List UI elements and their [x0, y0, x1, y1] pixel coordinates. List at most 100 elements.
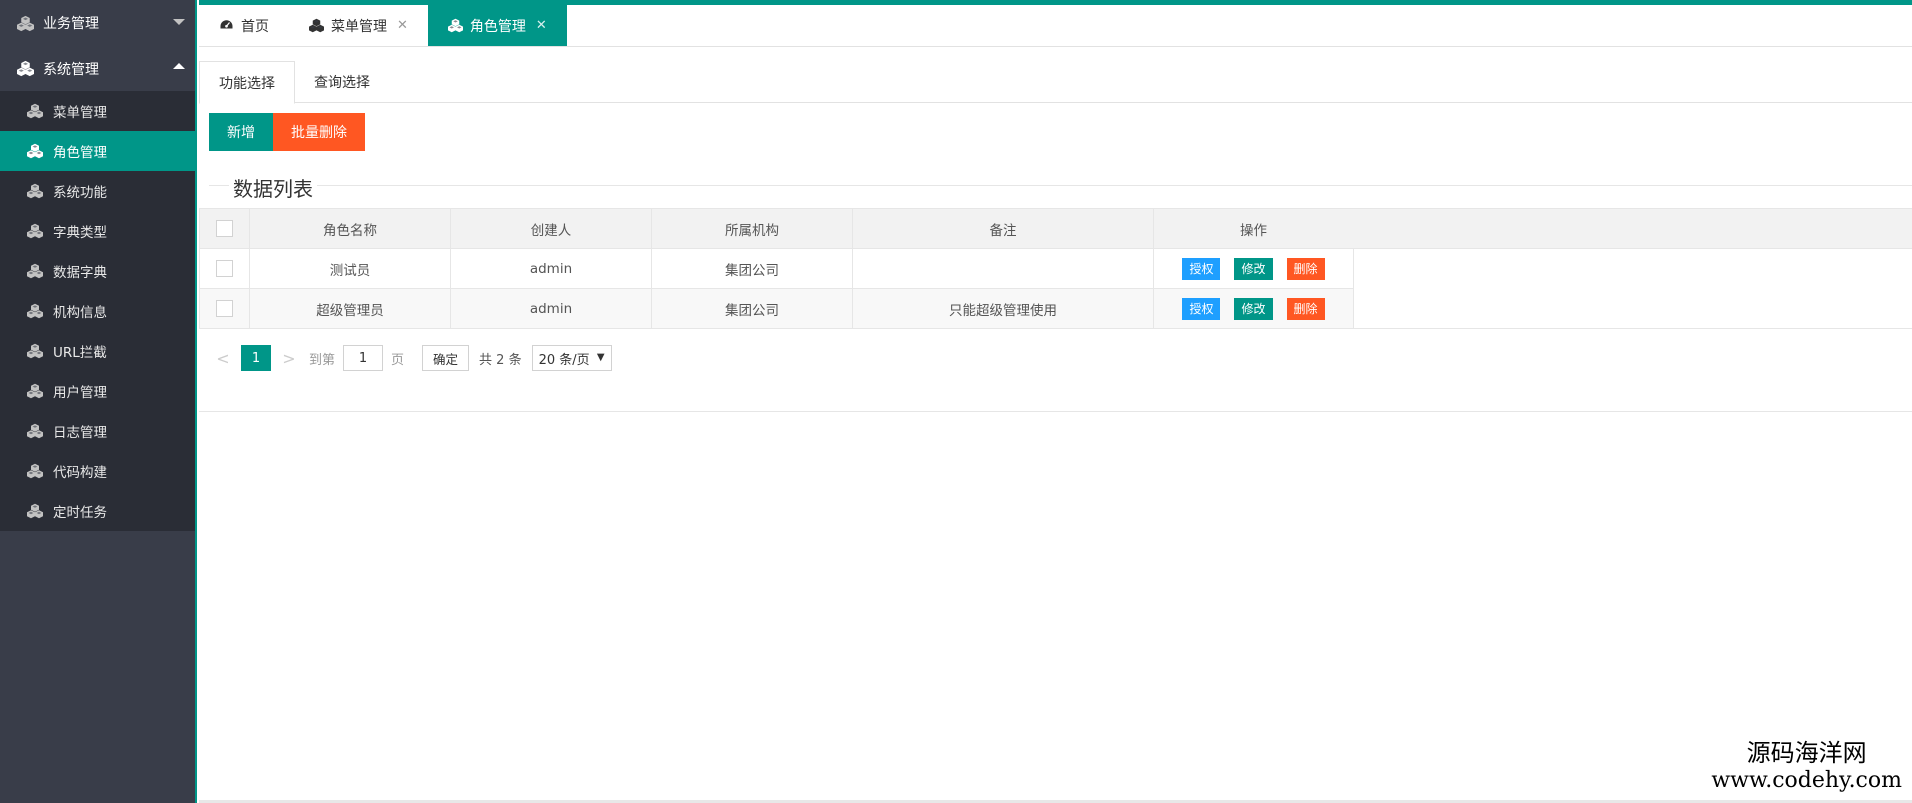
cell-org: 集团公司 — [651, 288, 853, 329]
cubes-icon — [27, 263, 43, 279]
sidebar-item-label: 机构信息 — [53, 305, 107, 321]
sidebar-item-function[interactable]: 系统功能 — [0, 171, 195, 211]
row-select-cell — [199, 248, 250, 289]
sidebar-item-url[interactable]: URL拦截 — [0, 331, 195, 371]
tab-label: 首页 — [241, 18, 269, 35]
cell-remark — [852, 248, 1154, 289]
pagination: < 1 > 到第 1 页 确定 共 2 条 20 条/页 ▼ — [199, 330, 1912, 412]
column-header[interactable]: 备注 — [852, 208, 1154, 249]
tab-query-select[interactable]: 查询选择 — [295, 61, 389, 103]
row-checkbox[interactable] — [216, 300, 233, 317]
batch-delete-button[interactable]: 批量删除 — [273, 113, 365, 151]
sidebar-item-label: 字典类型 — [53, 225, 107, 241]
edit-button[interactable]: 修改 — [1234, 297, 1273, 320]
sidebar-item-label: 数据字典 — [53, 265, 107, 281]
tab-label: 角色管理 — [469, 18, 526, 35]
sidebar-item-log[interactable]: 日志管理 — [0, 411, 195, 451]
column-header[interactable]: 角色名称 — [249, 208, 451, 249]
page-size-select[interactable]: 20 条/页 ▼ — [531, 345, 612, 371]
column-header[interactable]: 所属机构 — [651, 208, 853, 249]
sub-tabs: 功能选择 查询选择 — [199, 61, 1912, 104]
sidebar-item-label: 角色管理 — [53, 145, 107, 161]
sidebar-item-menu[interactable]: 菜单管理 — [0, 91, 195, 131]
menu-group-label: 系统管理 — [43, 61, 99, 78]
table-header-filler — [1352, 208, 1912, 249]
sidebar-item-org[interactable]: 机构信息 — [0, 291, 195, 331]
sidebar-item-dict-data[interactable]: 数据字典 — [0, 251, 195, 291]
tab-label: 菜单管理 — [331, 18, 387, 35]
close-icon[interactable]: ✕ — [536, 18, 547, 33]
table-filler — [1352, 208, 1912, 329]
tab-home[interactable]: 首页 — [199, 5, 289, 46]
watermark: 源码海洋网 www.codehy.com — [1711, 733, 1902, 793]
toolbar: 新增 批量删除 — [209, 113, 365, 151]
cubes-icon — [27, 503, 43, 519]
cubes-icon — [448, 18, 463, 33]
sidebar-item-label: 定时任务 — [53, 505, 107, 521]
tab-role-management[interactable]: 角色管理 ✕ — [427, 5, 567, 46]
cubes-icon — [309, 18, 324, 33]
cubes-icon — [17, 60, 34, 77]
table-row: 测试员 admin 集团公司 授权 修改 删除 — [199, 248, 1354, 289]
page-size-value: 20 条/页 — [538, 352, 590, 368]
watermark-url: www.codehy.com — [1711, 768, 1902, 793]
edit-button[interactable]: 修改 — [1234, 257, 1273, 280]
sidebar-item-codegen[interactable]: 代码构建 — [0, 451, 195, 491]
sidebar-item-label: 菜单管理 — [53, 105, 107, 121]
authorize-button[interactable]: 授权 — [1182, 257, 1221, 280]
sidebar-item-label: 代码构建 — [53, 465, 107, 481]
data-table: 角色名称 创建人 所属机构 备注 操作 测试员 admin 集团公司 授权 修改… — [199, 208, 1354, 329]
row-checkbox[interactable] — [216, 260, 233, 277]
delete-button[interactable]: 删除 — [1286, 297, 1325, 320]
cell-role-name: 超级管理员 — [249, 288, 451, 329]
sidebar-item-label: 用户管理 — [53, 385, 107, 401]
cell-org: 集团公司 — [651, 248, 853, 289]
row-select-cell — [199, 288, 250, 329]
dashboard-icon — [219, 18, 234, 33]
close-icon[interactable]: ✕ — [397, 18, 408, 33]
total-count: 共 2 条 — [479, 352, 522, 368]
cell-remark: 只能超级管理使用 — [852, 288, 1154, 329]
cubes-icon — [27, 383, 43, 399]
cubes-icon — [27, 303, 43, 319]
menu-group-system[interactable]: 系统管理 — [0, 46, 195, 91]
delete-button[interactable]: 删除 — [1286, 257, 1325, 280]
prev-page-button[interactable]: < — [211, 349, 235, 368]
cubes-icon — [17, 15, 34, 32]
sidebar-item-dict-type[interactable]: 字典类型 — [0, 211, 195, 251]
sidebar-item-label: 日志管理 — [53, 425, 107, 441]
cubes-icon — [27, 343, 43, 359]
system-submenu: 菜单管理 角色管理 系统功能 字典类型 数据字典 机构信息 URL拦截 用户管理… — [0, 91, 195, 531]
current-page[interactable]: 1 — [241, 345, 271, 371]
cubes-icon — [27, 223, 43, 239]
add-button[interactable]: 新增 — [209, 113, 273, 151]
goto-page-input[interactable]: 1 — [343, 345, 384, 371]
goto-suffix: 页 — [391, 352, 405, 368]
select-all-checkbox[interactable] — [216, 220, 233, 237]
column-header: 操作 — [1153, 208, 1354, 249]
watermark-title: 源码海洋网 — [1746, 739, 1867, 767]
cell-actions: 授权 修改 删除 — [1153, 288, 1354, 329]
menu-group-label: 业务管理 — [43, 16, 99, 32]
top-tab-strip: 首页 菜单管理 ✕ 角色管理 ✕ — [199, 0, 1912, 47]
sidebar-item-role[interactable]: 角色管理 — [0, 131, 195, 171]
section-title: 数据列表 — [229, 173, 317, 202]
column-header[interactable]: 创建人 — [450, 208, 652, 249]
sidebar-item-schedule[interactable]: 定时任务 — [0, 491, 195, 531]
tab-function-select[interactable]: 功能选择 — [199, 61, 295, 104]
caret-down-icon: ▼ — [596, 352, 605, 363]
menu-group-business[interactable]: 业务管理 — [0, 0, 195, 46]
main-content: 功能选择 查询选择 新增 批量删除 数据列表 角色名称 创建人 所属机构 备注 … — [199, 47, 1912, 803]
sidebar-item-label: URL拦截 — [53, 345, 107, 361]
table-header-row: 角色名称 创建人 所属机构 备注 操作 — [199, 208, 1354, 249]
cubes-icon — [27, 423, 43, 439]
goto-confirm-button[interactable]: 确定 — [422, 345, 470, 371]
cubes-icon — [27, 143, 43, 159]
cubes-icon — [27, 103, 43, 119]
sidebar-item-user[interactable]: 用户管理 — [0, 371, 195, 411]
cubes-icon — [27, 463, 43, 479]
authorize-button[interactable]: 授权 — [1182, 297, 1221, 320]
next-page-button[interactable]: > — [277, 349, 301, 368]
goto-prefix: 到第 — [309, 352, 336, 368]
tab-menu-management[interactable]: 菜单管理 ✕ — [289, 5, 428, 46]
